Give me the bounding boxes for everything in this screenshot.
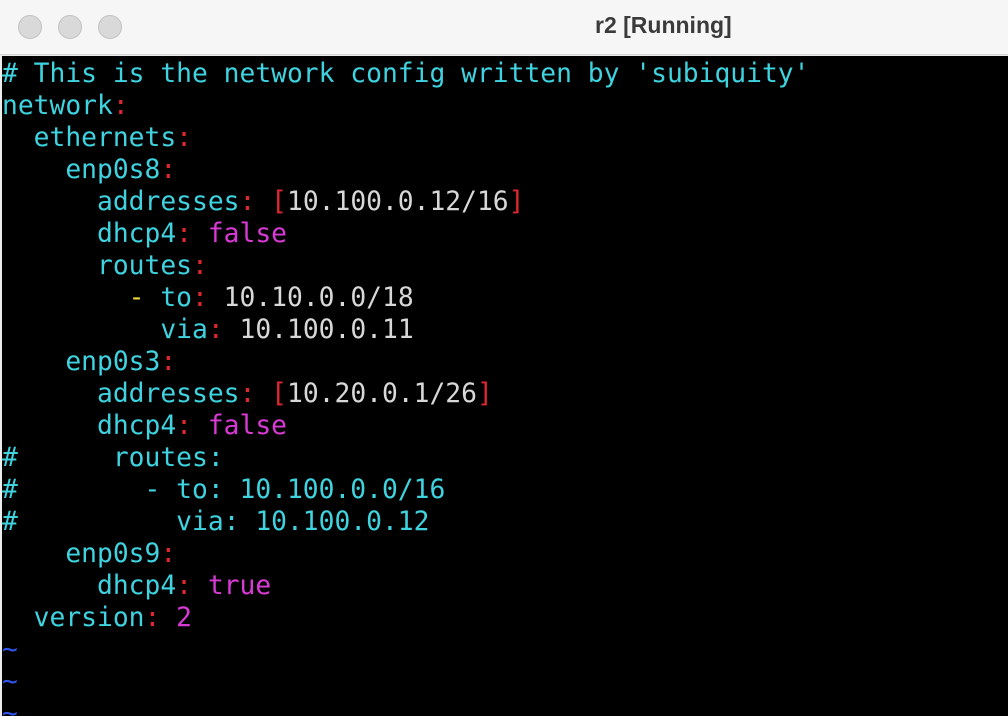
editor-token: : xyxy=(176,571,208,601)
editor-line: addresses: [10.20.0.1/26] xyxy=(2,378,493,410)
editor-token: : [ xyxy=(239,379,287,409)
editor-line: dhcp4: true xyxy=(2,570,271,602)
terminal-editor[interactable]: # This is the network config written by … xyxy=(2,56,1008,716)
editor-line: version: 2 xyxy=(2,602,192,634)
editor-token: 10.100.0.12/16 xyxy=(286,187,509,217)
editor-token: dhcp4 xyxy=(2,219,177,249)
editor-line: # via: 10.100.0.12 xyxy=(2,506,429,538)
editor-line: # routes: xyxy=(2,442,224,474)
editor-token: : xyxy=(144,603,177,633)
editor-line: # This is the network config written by … xyxy=(2,58,809,90)
editor-token: ] xyxy=(508,187,525,217)
editor-token: version xyxy=(2,603,145,633)
editor-token: # routes: xyxy=(2,443,224,473)
editor-line: addresses: [10.100.0.12/16] xyxy=(2,186,525,218)
vm-window: r2 [Running] # This is the network confi… xyxy=(0,0,1008,716)
editor-token: : xyxy=(160,155,177,185)
editor-token: true xyxy=(207,571,272,601)
editor-token: : xyxy=(192,251,208,281)
editor-token: ethernets xyxy=(2,123,177,153)
editor-line: dhcp4: false xyxy=(2,218,287,250)
editor-token: addresses xyxy=(2,379,240,409)
editor-line: routes: xyxy=(2,250,208,282)
editor-token: : xyxy=(176,123,192,153)
editor-token: network xyxy=(2,91,113,121)
editor-token: ~ xyxy=(2,699,18,716)
editor-token: : xyxy=(112,91,129,121)
editor-token: # - to: 10.100.0.0/16 xyxy=(2,475,446,505)
editor-token: ~ xyxy=(2,635,18,665)
editor-line: enp0s8: xyxy=(2,154,176,186)
editor-token: : xyxy=(207,315,240,345)
editor-line: - to: 10.10.0.0/18 xyxy=(2,282,414,314)
editor-token: # via: 10.100.0.12 xyxy=(2,507,430,537)
editor-token: false xyxy=(207,411,287,441)
editor-line: # - to: 10.100.0.0/16 xyxy=(2,474,445,506)
editor-token: enp0s9 xyxy=(2,539,161,569)
editor-token: : xyxy=(176,411,208,441)
editor-token: dhcp4 xyxy=(2,411,177,441)
editor-line: via: 10.100.0.11 xyxy=(2,314,414,346)
empty-line-tilde: ~ xyxy=(2,666,18,698)
editor-token: routes xyxy=(2,251,192,281)
editor-token: to xyxy=(160,283,192,313)
editor-token: enp0s8 xyxy=(2,155,161,185)
editor-token: false xyxy=(207,219,287,249)
editor-token: addresses xyxy=(2,187,240,217)
editor-token: via xyxy=(2,315,208,345)
editor-token: ~ xyxy=(2,667,18,697)
window-title: r2 [Running] xyxy=(595,12,732,38)
editor-token: : xyxy=(176,219,208,249)
editor-token: enp0s3 xyxy=(2,347,161,377)
editor-token: 2 xyxy=(176,603,193,633)
editor-line: ethernets: xyxy=(2,122,192,154)
editor-line: dhcp4: false xyxy=(2,410,287,442)
title-bar[interactable]: r2 [Running] xyxy=(0,0,1008,55)
editor-token: - xyxy=(2,283,161,313)
editor-token: ] xyxy=(476,379,493,409)
editor-token: : xyxy=(160,347,177,377)
editor-line: network: xyxy=(2,90,129,122)
editor-token: : xyxy=(160,539,177,569)
empty-line-tilde: ~ xyxy=(2,634,18,666)
editor-token: : xyxy=(192,283,224,313)
empty-line-tilde: ~ xyxy=(2,698,18,716)
editor-token: 10.20.0.1/26 xyxy=(286,379,477,409)
editor-token: 10.10.0.0/18 xyxy=(223,283,414,313)
editor-line: enp0s3: xyxy=(2,346,176,378)
editor-line: enp0s9: xyxy=(2,538,176,570)
editor-token: dhcp4 xyxy=(2,571,177,601)
editor-token: # This is the network config written by … xyxy=(2,59,810,89)
editor-token: : [ xyxy=(239,187,287,217)
editor-token: 10.100.0.11 xyxy=(239,315,414,345)
